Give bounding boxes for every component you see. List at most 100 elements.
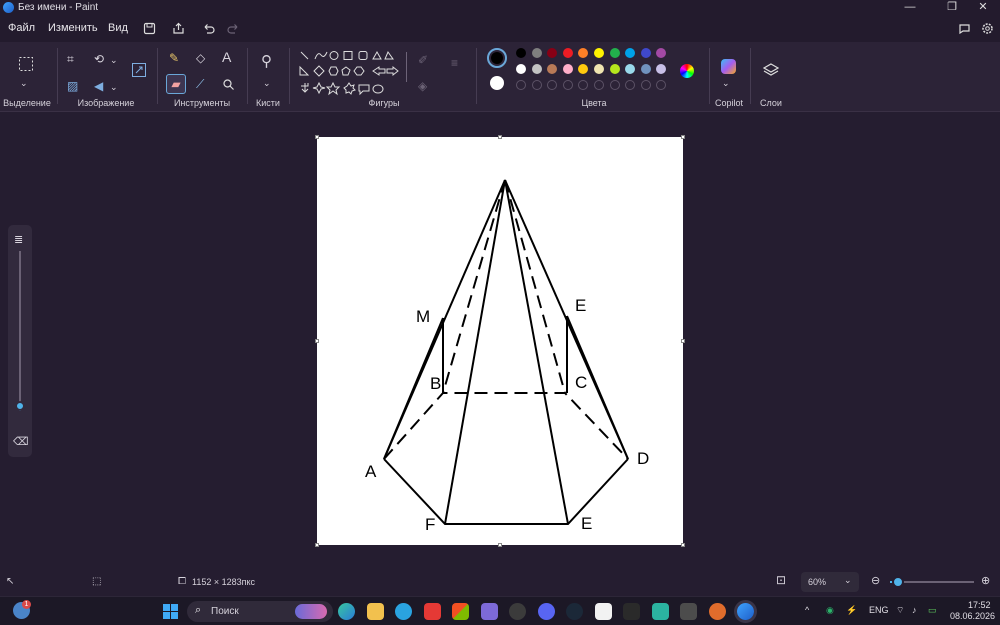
- custom-color-slot[interactable]: [531, 80, 542, 90]
- secondary-color-swatch[interactable]: [490, 76, 504, 90]
- custom-color-slot[interactable]: [656, 80, 667, 90]
- clock-date[interactable]: 08.06.2026: [950, 611, 995, 621]
- microsoft-store-icon[interactable]: [452, 603, 469, 620]
- resize-handle[interactable]: [315, 339, 319, 343]
- feedback-icon[interactable]: [958, 22, 971, 35]
- resize-handle[interactable]: [498, 135, 502, 139]
- resize-image-icon[interactable]: [131, 62, 147, 78]
- edge-browser-icon[interactable]: [338, 603, 355, 620]
- zoom-select[interactable]: 60% ⌄: [801, 572, 859, 592]
- text-tool-icon[interactable]: A: [222, 50, 231, 64]
- maximize-button[interactable]: ❐: [935, 0, 969, 16]
- rotate-icon[interactable]: ⟲: [94, 52, 104, 66]
- image-effects-icon[interactable]: ▨: [67, 79, 78, 93]
- copilot-icon[interactable]: [721, 59, 736, 74]
- crop-icon[interactable]: ⌗: [67, 52, 74, 66]
- fit-to-window-icon[interactable]: ⊡: [776, 573, 786, 587]
- calculator-icon[interactable]: [680, 603, 697, 620]
- clock-time[interactable]: 17:52: [968, 600, 991, 610]
- battery-icon[interactable]: ▭: [928, 605, 937, 616]
- windows-start-icon[interactable]: [162, 603, 179, 620]
- palette-color-swatch[interactable]: [562, 48, 573, 58]
- file-explorer-icon[interactable]: [367, 603, 384, 620]
- notepad-icon[interactable]: [595, 603, 612, 620]
- palette-color-swatch[interactable]: [531, 48, 542, 58]
- minimize-button[interactable]: —: [893, 0, 927, 16]
- palette-color-swatch[interactable]: [656, 64, 667, 74]
- palette-color-swatch[interactable]: [640, 64, 651, 74]
- rotate-chevron-down-icon[interactable]: ⌄: [110, 53, 118, 67]
- copilot-chevron-down-icon[interactable]: ⌄: [722, 76, 730, 90]
- save-icon[interactable]: [143, 22, 156, 35]
- brushes-chevron-down-icon[interactable]: ⌄: [263, 76, 271, 90]
- custom-color-slot[interactable]: [516, 80, 526, 90]
- zoom-out-icon[interactable]: ⊖: [871, 574, 880, 588]
- custom-color-slot[interactable]: [578, 80, 589, 90]
- resize-handle[interactable]: [681, 135, 685, 139]
- settings-gear-icon[interactable]: [981, 22, 994, 35]
- palette-color-swatch[interactable]: [609, 64, 620, 74]
- fill-bucket-icon[interactable]: ◇: [196, 51, 205, 65]
- language-indicator[interactable]: ENG: [869, 605, 889, 615]
- palette-color-swatch[interactable]: [640, 48, 651, 58]
- palette-color-swatch[interactable]: [594, 64, 604, 74]
- custom-color-slot[interactable]: [547, 80, 558, 90]
- palette-color-swatch[interactable]: [547, 48, 558, 58]
- eraser-mode-icon[interactable]: ⌫: [13, 435, 29, 449]
- brush-icon[interactable]: ⚲: [261, 54, 272, 69]
- vpn-app-icon[interactable]: [652, 603, 669, 620]
- palette-color-swatch[interactable]: [625, 64, 636, 74]
- palette-color-swatch[interactable]: [609, 48, 620, 58]
- select-rectangle-icon[interactable]: [18, 56, 34, 72]
- size-slider-track[interactable]: [19, 251, 21, 411]
- taskbar-search-box[interactable]: ⌕ Поиск: [187, 601, 333, 622]
- share-icon[interactable]: [172, 22, 185, 35]
- resize-handle[interactable]: [681, 543, 685, 547]
- palette-color-swatch[interactable]: [562, 64, 573, 74]
- custom-color-slot[interactable]: [640, 80, 651, 90]
- flip-chevron-down-icon[interactable]: ⌄: [110, 80, 118, 94]
- menu-view[interactable]: Вид: [108, 22, 128, 34]
- shapes-scrollbar[interactable]: [406, 52, 407, 82]
- eraser-icon[interactable]: ▰: [166, 74, 186, 94]
- volume-icon[interactable]: ♪: [912, 605, 917, 615]
- palette-color-swatch[interactable]: [578, 48, 589, 58]
- game-app-icon[interactable]: [709, 603, 726, 620]
- palette-color-swatch[interactable]: [531, 64, 542, 74]
- redo-icon[interactable]: [227, 22, 240, 35]
- magnifier-icon[interactable]: [222, 78, 235, 91]
- layers-icon[interactable]: [763, 63, 779, 77]
- discord-icon[interactable]: [538, 603, 555, 620]
- custom-color-slot[interactable]: [609, 80, 620, 90]
- selection-chevron-down-icon[interactable]: ⌄: [20, 76, 28, 90]
- palette-color-swatch[interactable]: [516, 64, 526, 74]
- drawing-canvas[interactable]: M E B C A D F E: [317, 137, 683, 545]
- custom-color-slot[interactable]: [625, 80, 636, 90]
- undo-icon[interactable]: [202, 22, 215, 35]
- custom-color-slot[interactable]: [594, 80, 604, 90]
- resize-handle[interactable]: [315, 543, 319, 547]
- terminal-icon[interactable]: [623, 603, 640, 620]
- wifi-icon[interactable]: ⌔: [896, 605, 904, 616]
- color-picker-icon[interactable]: ⟋: [196, 77, 204, 91]
- palette-color-swatch[interactable]: [547, 64, 558, 74]
- menu-file[interactable]: Файл: [8, 22, 35, 34]
- steam-icon[interactable]: [566, 603, 583, 620]
- menu-edit[interactable]: Изменить: [48, 22, 98, 34]
- palette-color-swatch[interactable]: [516, 48, 526, 58]
- pencil-icon[interactable]: ✎: [169, 51, 179, 65]
- zoom-slider-thumb[interactable]: [892, 576, 905, 588]
- shapes-gallery[interactable]: [297, 49, 401, 97]
- telegram-icon[interactable]: [395, 603, 412, 620]
- resize-handle[interactable]: [315, 135, 319, 139]
- resize-handle[interactable]: [681, 339, 685, 343]
- show-hidden-icons-chevron[interactable]: ^: [805, 605, 809, 615]
- palette-color-swatch[interactable]: [578, 64, 589, 74]
- size-slider-thumb[interactable]: [15, 401, 25, 411]
- paint-taskbar-icon[interactable]: [737, 603, 754, 620]
- custom-color-slot[interactable]: [562, 80, 573, 90]
- calendar-app-icon[interactable]: [481, 603, 498, 620]
- edit-colors-icon[interactable]: [680, 64, 694, 78]
- youtube-icon[interactable]: [424, 603, 441, 620]
- zoom-in-icon[interactable]: ⊕: [981, 574, 990, 588]
